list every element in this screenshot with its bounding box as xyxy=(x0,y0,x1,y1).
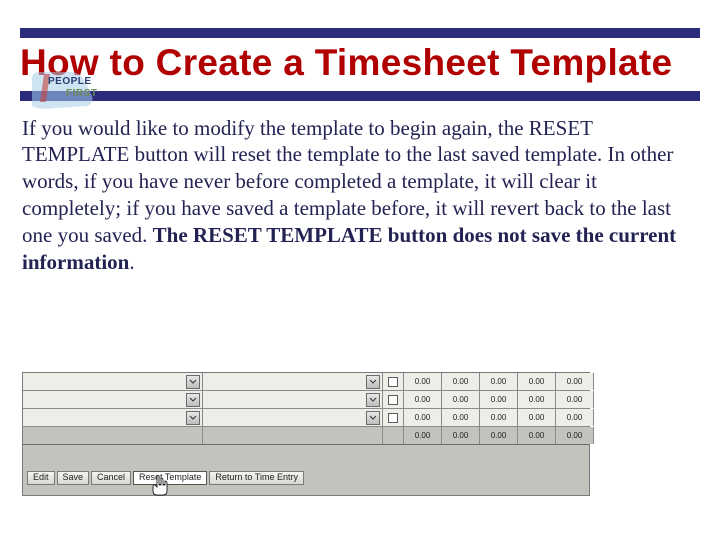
value-cell: 0.00 xyxy=(480,391,518,408)
checkbox-cell xyxy=(383,373,404,390)
value-cell: 0.00 xyxy=(480,373,518,390)
button-bar: Edit Save Cancel Reset Template Return t… xyxy=(27,471,304,485)
totals-spacer xyxy=(203,427,383,444)
total-cell: 0.00 xyxy=(480,427,518,444)
edit-button[interactable]: Edit xyxy=(27,471,55,485)
slide-title: How to Create a Timesheet Template xyxy=(20,42,700,85)
value-cell: 0.00 xyxy=(518,373,556,390)
table-row: 0.00 0.00 0.00 0.00 0.00 xyxy=(23,409,589,427)
value-cell: 0.00 xyxy=(480,409,518,426)
header-rule-top xyxy=(20,28,700,38)
dropdown-cell xyxy=(23,391,203,408)
body-paragraph: If you would like to modify the template… xyxy=(22,115,698,276)
chevron-down-icon[interactable] xyxy=(186,393,200,407)
totals-row: 0.00 0.00 0.00 0.00 0.00 xyxy=(23,427,589,445)
cancel-button[interactable]: Cancel xyxy=(91,471,131,485)
checkbox-cell xyxy=(383,391,404,408)
value-cell: 0.00 xyxy=(442,409,480,426)
chevron-down-icon[interactable] xyxy=(186,375,200,389)
slide: PEOPLE FIRST How to Create a Timesheet T… xyxy=(0,28,720,540)
dropdown-cell xyxy=(23,409,203,426)
header-rule-bottom xyxy=(20,91,700,101)
value-cell: 0.00 xyxy=(556,373,594,390)
value-cell: 0.00 xyxy=(404,391,442,408)
total-cell: 0.00 xyxy=(404,427,442,444)
return-to-time-entry-button[interactable]: Return to Time Entry xyxy=(209,471,304,485)
value-cell: 0.00 xyxy=(442,373,480,390)
checkbox[interactable] xyxy=(388,377,398,387)
value-cell: 0.00 xyxy=(518,409,556,426)
table-row: 0.00 0.00 0.00 0.00 0.00 xyxy=(23,373,589,391)
timesheet-grid: 0.00 0.00 0.00 0.00 0.00 xyxy=(23,373,589,445)
dropdown-cell xyxy=(203,409,383,426)
chevron-down-icon[interactable] xyxy=(186,411,200,425)
reset-template-button[interactable]: Reset Template xyxy=(133,471,207,485)
value-cell: 0.00 xyxy=(556,409,594,426)
checkbox[interactable] xyxy=(388,395,398,405)
chevron-down-icon[interactable] xyxy=(366,375,380,389)
total-cell: 0.00 xyxy=(518,427,556,444)
value-cell: 0.00 xyxy=(556,391,594,408)
value-cell: 0.00 xyxy=(518,391,556,408)
value-cell: 0.00 xyxy=(442,391,480,408)
totals-spacer xyxy=(23,427,203,444)
total-cell: 0.00 xyxy=(442,427,480,444)
value-cell: 0.00 xyxy=(404,373,442,390)
value-cell: 0.00 xyxy=(404,409,442,426)
total-cell: 0.00 xyxy=(556,427,594,444)
timesheet-screenshot: 0.00 0.00 0.00 0.00 0.00 xyxy=(22,372,590,496)
save-button[interactable]: Save xyxy=(57,471,90,485)
chevron-down-icon[interactable] xyxy=(366,393,380,407)
table-row: 0.00 0.00 0.00 0.00 0.00 xyxy=(23,391,589,409)
dropdown-cell xyxy=(203,373,383,390)
chevron-down-icon[interactable] xyxy=(366,411,380,425)
checkbox[interactable] xyxy=(388,413,398,423)
body-text-2: . xyxy=(129,250,134,274)
dropdown-cell xyxy=(203,391,383,408)
totals-spacer xyxy=(383,427,404,444)
dropdown-cell xyxy=(23,373,203,390)
checkbox-cell xyxy=(383,409,404,426)
